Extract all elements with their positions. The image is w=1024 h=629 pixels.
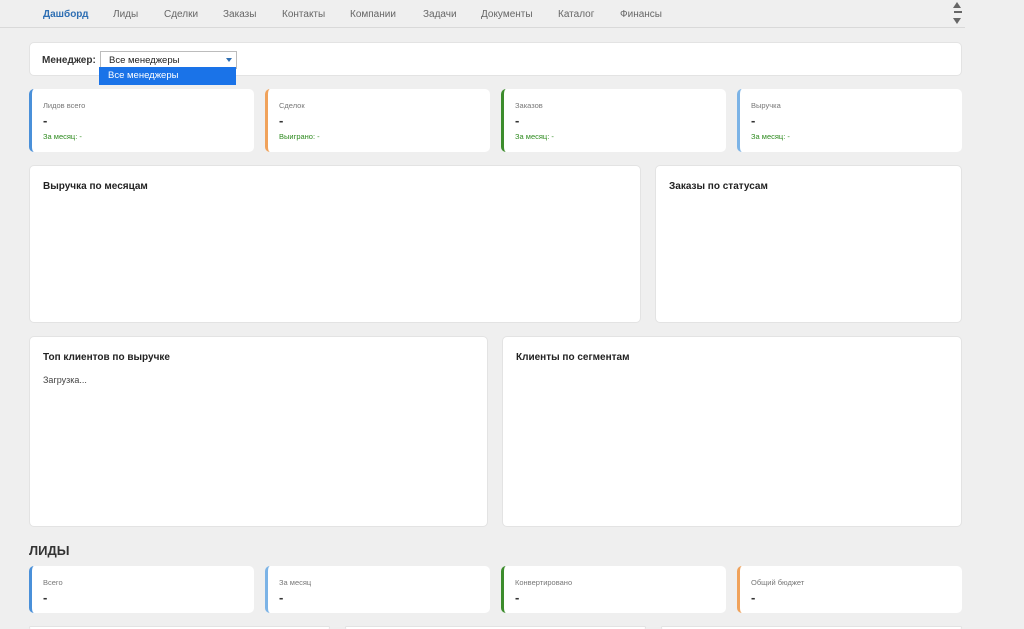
nav-scroll-control[interactable]: [951, 0, 963, 28]
top-navigation: Дашборд Лиды Сделки Заказы Контакты Комп…: [0, 0, 965, 28]
clients-by-segment-panel: Клиенты по сегментам: [502, 336, 962, 527]
manager-option-all[interactable]: Все менеджеры: [99, 67, 236, 85]
stat-card-deals: Сделок - Выиграно: -: [265, 89, 490, 152]
nav-tab-dashboard[interactable]: Дашборд: [43, 9, 89, 20]
panel-title: Топ клиентов по выручке: [43, 352, 170, 363]
stat-label: Всего: [43, 578, 63, 587]
stat-label: Заказов: [515, 101, 543, 110]
nav-tab-documents[interactable]: Документы: [481, 9, 533, 20]
stat-label: Конвертировано: [515, 578, 573, 587]
top-clients-panel: Топ клиентов по выручке Загрузка...: [29, 336, 488, 527]
scroll-down-icon[interactable]: [953, 18, 961, 24]
nav-tab-finance[interactable]: Финансы: [620, 9, 662, 20]
stat-value: -: [43, 113, 48, 128]
stat-card-orders: Заказов - За месяц: -: [501, 89, 726, 152]
stat-subtext: За месяц: -: [43, 132, 82, 141]
stat-value: -: [279, 590, 284, 605]
stat-value: -: [279, 113, 284, 128]
nav-tab-deals[interactable]: Сделки: [164, 9, 198, 20]
leads-stat-budget: Общий бюджет -: [737, 566, 962, 613]
stat-value: -: [43, 590, 48, 605]
stat-subtext: За месяц: -: [515, 132, 554, 141]
stat-label: Общий бюджет: [751, 578, 805, 587]
panel-title: Выручка по месяцам: [43, 181, 148, 192]
leads-section-title: ЛИДЫ: [29, 543, 70, 558]
nav-tab-companies[interactable]: Компании: [350, 9, 396, 20]
leads-stat-total: Всего -: [29, 566, 254, 613]
manager-filter-label: Менеджер:: [42, 55, 96, 66]
panel-title: Клиенты по сегментам: [516, 352, 630, 363]
stat-label: За месяц: [279, 578, 312, 587]
scroll-up-icon[interactable]: [953, 2, 961, 8]
loading-text: Загрузка...: [43, 375, 87, 385]
stat-card-leads-total: Лидов всего - За месяц: -: [29, 89, 254, 152]
stat-card-revenue: Выручка - За месяц: -: [737, 89, 962, 152]
stat-value: -: [751, 113, 756, 128]
stat-label: Лидов всего: [43, 101, 86, 110]
leads-stat-month: За месяц -: [265, 566, 490, 613]
stat-subtext: Выиграно: -: [279, 132, 320, 141]
stat-label: Выручка: [751, 101, 781, 110]
orders-by-status-panel: Заказы по статусам: [655, 165, 962, 323]
panel-title: Заказы по статусам: [669, 181, 768, 192]
stat-label: Сделок: [279, 101, 305, 110]
nav-tab-leads[interactable]: Лиды: [113, 9, 138, 20]
stat-subtext: За месяц: -: [751, 132, 790, 141]
nav-tab-tasks[interactable]: Задачи: [423, 9, 457, 20]
leads-stat-converted: Конвертировано -: [501, 566, 726, 613]
stat-value: -: [515, 590, 520, 605]
stat-value: -: [751, 590, 756, 605]
revenue-by-month-panel: Выручка по месяцам: [29, 165, 641, 323]
nav-tab-catalog[interactable]: Каталог: [558, 9, 594, 20]
nav-tab-orders[interactable]: Заказы: [223, 9, 256, 20]
stat-value: -: [515, 113, 520, 128]
scroll-handle-icon: [954, 11, 962, 13]
manager-select-value: Все менеджеры: [109, 55, 180, 66]
nav-tab-contacts[interactable]: Контакты: [282, 9, 325, 20]
chevron-down-icon: [226, 58, 232, 62]
